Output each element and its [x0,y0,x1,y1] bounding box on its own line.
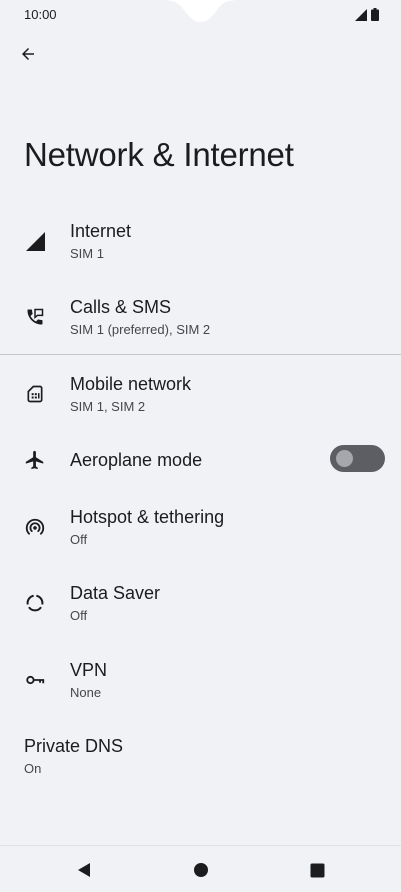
signal-icon [22,228,48,254]
toggle-knob [336,450,353,467]
triangle-back-icon [78,863,90,877]
settings-item-subtitle: SIM 1 (preferred), SIM 2 [70,322,211,337]
sim-card-icon [22,381,48,407]
status-time: 10:00 [24,7,57,22]
settings-item-calls-sms[interactable]: Calls & SMS SIM 1 (preferred), SIM 2 [0,290,401,346]
settings-item-title: Internet [70,221,132,241]
settings-item-title: Private DNS [24,736,124,756]
camera-notch [160,0,241,22]
settings-item-data-saver[interactable]: Data Saver Off [0,576,401,632]
settings-item-hotspot-tethering[interactable]: Hotspot & tethering Off [0,500,401,556]
data-saver-icon [22,590,48,616]
aeroplane-mode-toggle[interactable] [330,445,385,472]
calls-sms-icon [22,304,48,330]
settings-item-subtitle: Off [70,532,88,547]
settings-screen: 10:00 Network & Internet Internet SIM 1 [0,0,401,892]
section-divider [0,354,401,355]
settings-item-mobile-network[interactable]: Mobile network SIM 1, SIM 2 [0,367,401,423]
recents-square-icon [310,863,324,877]
navigation-bar [0,845,401,892]
signal-strength-icon [355,8,367,21]
settings-item-subtitle: SIM 1, SIM 2 [70,399,146,414]
nav-recents-button[interactable] [305,858,329,882]
battery-icon [371,8,379,21]
airplane-icon [22,447,48,473]
settings-item-title: Mobile network [70,374,192,394]
settings-item-title: Calls & SMS [70,297,172,317]
settings-item-title: Aeroplane mode [70,450,203,470]
back-button[interactable] [14,40,42,68]
settings-item-subtitle: SIM 1 [70,246,104,261]
settings-item-vpn[interactable]: VPN None [0,653,401,709]
nav-home-button[interactable] [189,858,213,882]
settings-item-subtitle: Off [70,608,88,623]
home-circle-icon [194,863,208,877]
key-icon [22,667,48,693]
settings-item-subtitle: On [24,761,42,776]
settings-item-internet[interactable]: Internet SIM 1 [0,214,401,270]
status-icons [355,8,379,21]
page-title: Network & Internet [24,136,294,173]
status-bar: 10:00 [0,0,401,30]
settings-item-aeroplane-mode[interactable]: Aeroplane mode [0,440,401,480]
settings-item-private-dns[interactable]: Private DNS On [0,729,401,785]
arrow-back-icon [22,48,34,60]
settings-item-title: Hotspot & tethering [70,507,225,527]
settings-item-title: VPN [70,660,108,680]
settings-item-subtitle: None [70,685,102,700]
nav-back-button[interactable] [72,858,96,882]
hotspot-icon [22,514,48,540]
settings-item-title: Data Saver [70,583,161,603]
